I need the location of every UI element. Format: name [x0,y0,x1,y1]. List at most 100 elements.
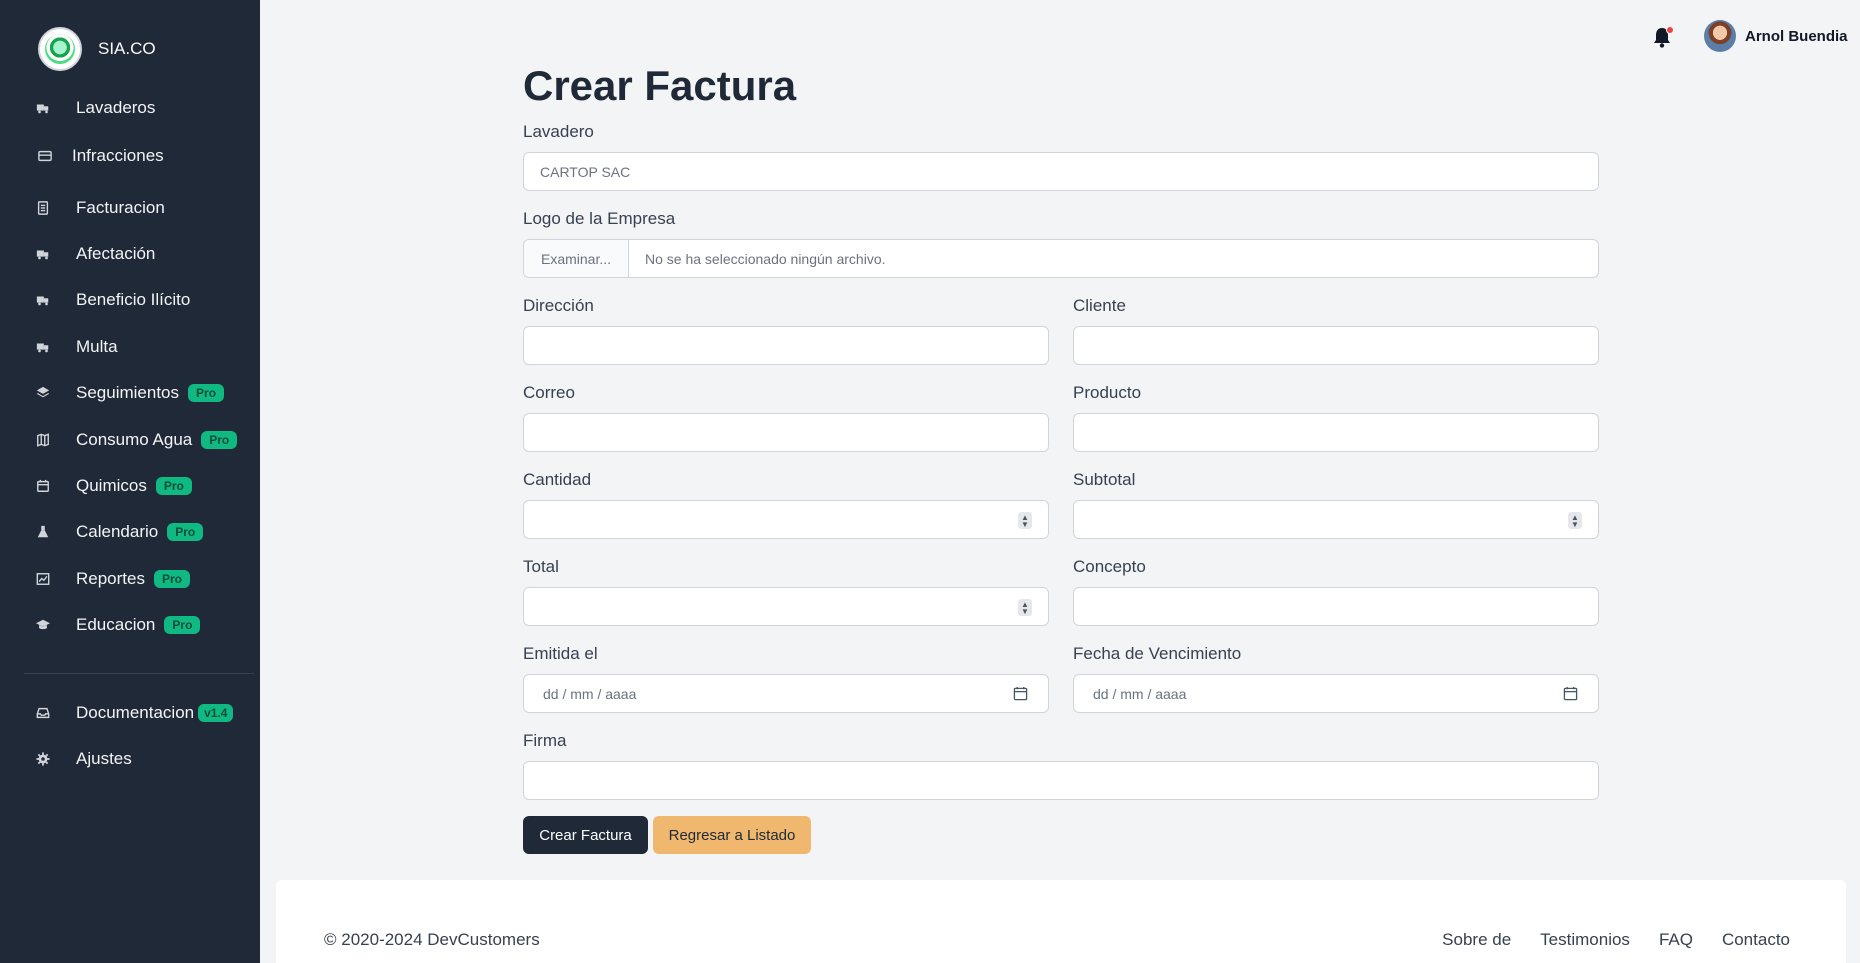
browse-button[interactable]: Examinar... [524,240,629,277]
cantidad-input[interactable]: ▲ ▼ [523,500,1049,539]
sidebar-item-label: Documentacion v1.4 [76,703,234,723]
footer-link-faq[interactable]: FAQ [1659,930,1693,950]
sidebar-item-label: Lavaderos [76,98,156,117]
pro-badge: Pro [155,477,192,495]
emitida-date-input[interactable]: dd / mm / aaaa [523,674,1049,713]
number-spinner-icon[interactable]: ▲ ▼ [1018,599,1032,616]
sidebar-item-label: Quimicos Pro [76,476,192,496]
inbox-icon [36,706,50,720]
receipt-icon [36,201,50,215]
direccion-input[interactable] [523,326,1049,365]
sidebar-item-label: Infracciones [72,146,164,165]
sidebar-item-ajustes[interactable]: Ajustes [0,743,260,775]
pro-badge: Pro [188,384,225,402]
footer-link-sobre[interactable]: Sobre de [1442,930,1511,950]
sidebar-item-label: Multa [76,337,118,356]
footer-link-contacto[interactable]: Contacto [1722,930,1790,950]
lavadero-label: Lavadero [523,122,594,141]
emitida-label: Emitida el [523,644,598,663]
footer-link-testimonios[interactable]: Testimonios [1540,930,1630,950]
sidebar-item-label: Consumo Agua Pro [76,430,238,450]
cantidad-label: Cantidad [523,470,592,489]
calendar-icon [36,479,50,493]
firma-label: Firma [523,731,567,750]
producto-label: Producto [1073,383,1142,402]
avatar [1704,20,1736,52]
copyright: © 2020-2024 DevCustomers [324,930,540,949]
sidebar-item-label: Beneficio Ilícito [76,290,191,309]
cliente-label: Cliente [1073,296,1126,315]
brand[interactable]: SIA.CO [38,27,156,71]
lavadero-input[interactable]: CARTOP SAC [523,152,1599,191]
credit-card-icon [37,149,53,163]
brand-logo [38,27,82,71]
cliente-input[interactable] [1073,326,1599,365]
graduation-cap-icon [36,618,50,632]
label-text: Documentacion [76,703,195,722]
sidebar-item-infracciones[interactable]: Infracciones [0,140,260,172]
correo-label: Correo [523,383,575,402]
label-text: Consumo Agua [76,430,193,449]
footer-links: Sobre de Testimonios FAQ Contacto [1442,930,1790,950]
truck-icon [36,101,50,115]
regresar-listado-button[interactable]: Regresar a Listado [653,816,811,854]
user-name: Arnol Buendia [1745,27,1848,45]
correo-input[interactable] [523,413,1049,452]
sidebar-item-consumo-agua[interactable]: Consumo Agua Pro [0,424,260,456]
vencimiento-date-input[interactable]: dd / mm / aaaa [1073,674,1599,713]
user-menu[interactable]: Arnol Buendia [1704,20,1848,52]
sidebar-item-label: Ajustes [76,749,132,768]
sidebar-item-quimicos[interactable]: Quimicos Pro [0,470,260,502]
map-icon [36,433,50,447]
producto-input[interactable] [1073,413,1599,452]
sidebar-item-reportes[interactable]: Reportes Pro [0,563,260,595]
sidebar-item-beneficio-ilicito[interactable]: Beneficio Ilícito [0,284,260,316]
sidebar-item-label: Seguimientos Pro [76,383,225,403]
notification-dot [1666,26,1674,34]
label-text: Seguimientos [76,383,180,402]
firma-input[interactable] [523,761,1599,800]
label-text: Calendario [76,522,159,541]
subtotal-label: Subtotal [1073,470,1136,489]
subtotal-input[interactable]: ▲ ▼ [1073,500,1599,539]
number-spinner-icon[interactable]: ▲ ▼ [1018,512,1032,529]
concepto-input[interactable] [1073,587,1599,626]
calendar-icon[interactable] [1013,686,1028,701]
total-label: Total [523,557,559,576]
sidebar-item-label: Reportes Pro [76,569,190,589]
sidebar-item-multa[interactable]: Multa [0,331,260,363]
pro-badge: Pro [167,523,204,541]
label-text: Reportes [76,569,145,588]
pro-badge: Pro [201,431,238,449]
sidebar-item-label: Educacion Pro [76,615,201,635]
notification-bell-icon[interactable] [1652,26,1674,50]
sidebar-item-afectacion[interactable]: Afectación [0,238,260,270]
logo-file-input[interactable]: Examinar... No se ha seleccionado ningún… [523,239,1599,278]
sidebar-item-lavaderos[interactable]: Lavaderos [0,92,260,124]
sidebar-item-label: Afectación [76,244,156,263]
sidebar-item-facturacion[interactable]: Facturacion [0,192,260,224]
brand-name: SIA.CO [98,39,156,58]
calendar-icon[interactable] [1563,686,1578,701]
lavadero-value: CARTOP SAC [540,163,631,180]
label-text: Quimicos [76,476,147,495]
logo-label: Logo de la Empresa [523,209,676,228]
sidebar-item-documentacion[interactable]: Documentacion v1.4 [0,697,260,729]
chart-icon [36,572,50,586]
flask-icon [36,525,50,539]
sidebar-item-educacion[interactable]: Educacion Pro [0,609,260,641]
truck-icon [36,340,50,354]
footer: © 2020-2024 DevCustomers Sobre de Testim… [276,880,1846,963]
direccion-label: Dirección [523,296,594,315]
sidebar: SIA.CO Lavaderos Infracciones Facturacio… [0,0,260,963]
truck-icon [36,293,50,307]
sidebar-item-calendario[interactable]: Calendario Pro [0,516,260,548]
number-spinner-icon[interactable]: ▲ ▼ [1568,512,1582,529]
sidebar-item-seguimientos[interactable]: Seguimientos Pro [0,377,260,409]
layers-icon [36,386,50,400]
date-placeholder: dd / mm / aaaa [543,685,637,702]
crear-factura-button[interactable]: Crear Factura [523,816,648,854]
pro-badge: Pro [164,616,201,634]
sidebar-item-label: Facturacion [76,198,165,217]
total-input[interactable]: ▲ ▼ [523,587,1049,626]
